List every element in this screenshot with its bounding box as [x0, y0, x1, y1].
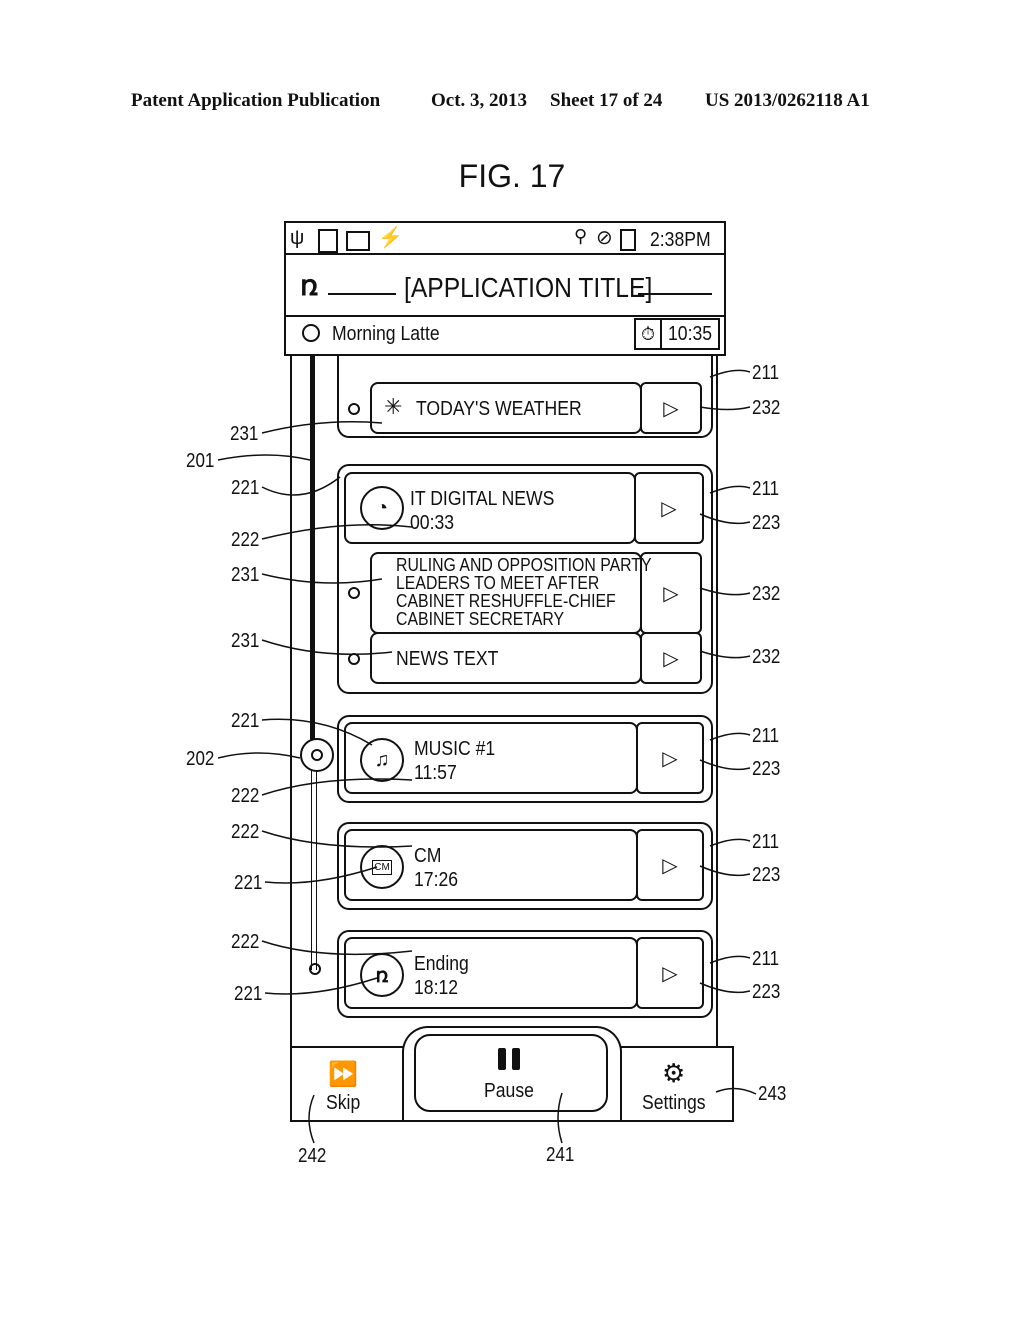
leader-line: [261, 778, 413, 796]
leader-line: [699, 982, 751, 994]
leader-line: [699, 406, 751, 411]
leader-line: [709, 955, 751, 964]
leader-line: [261, 940, 413, 956]
leader-line: [217, 752, 301, 759]
leader-line: [261, 639, 393, 655]
leader-line: [557, 1092, 563, 1144]
leader-line: [709, 369, 751, 378]
leader-line: [261, 830, 413, 848]
leader-line: [715, 1087, 757, 1095]
leader-lines: [217, 369, 757, 1144]
leader-line: [261, 718, 373, 746]
leader-line: [264, 866, 378, 884]
leader-line: [709, 485, 751, 494]
leader-line: [217, 454, 311, 461]
leader-line: [709, 838, 751, 847]
leader-line: [699, 587, 751, 596]
leader-line: [261, 573, 383, 584]
leader-line: [699, 513, 751, 525]
leader-line: [699, 865, 751, 877]
leader-line: [261, 421, 383, 434]
leader-line: [699, 650, 751, 659]
leader-line: [308, 1094, 315, 1144]
leader-line: [709, 732, 751, 741]
leader-line: [699, 759, 751, 771]
leader-line: [261, 523, 413, 540]
leader-line: [261, 476, 341, 496]
leader-line: [264, 977, 378, 995]
